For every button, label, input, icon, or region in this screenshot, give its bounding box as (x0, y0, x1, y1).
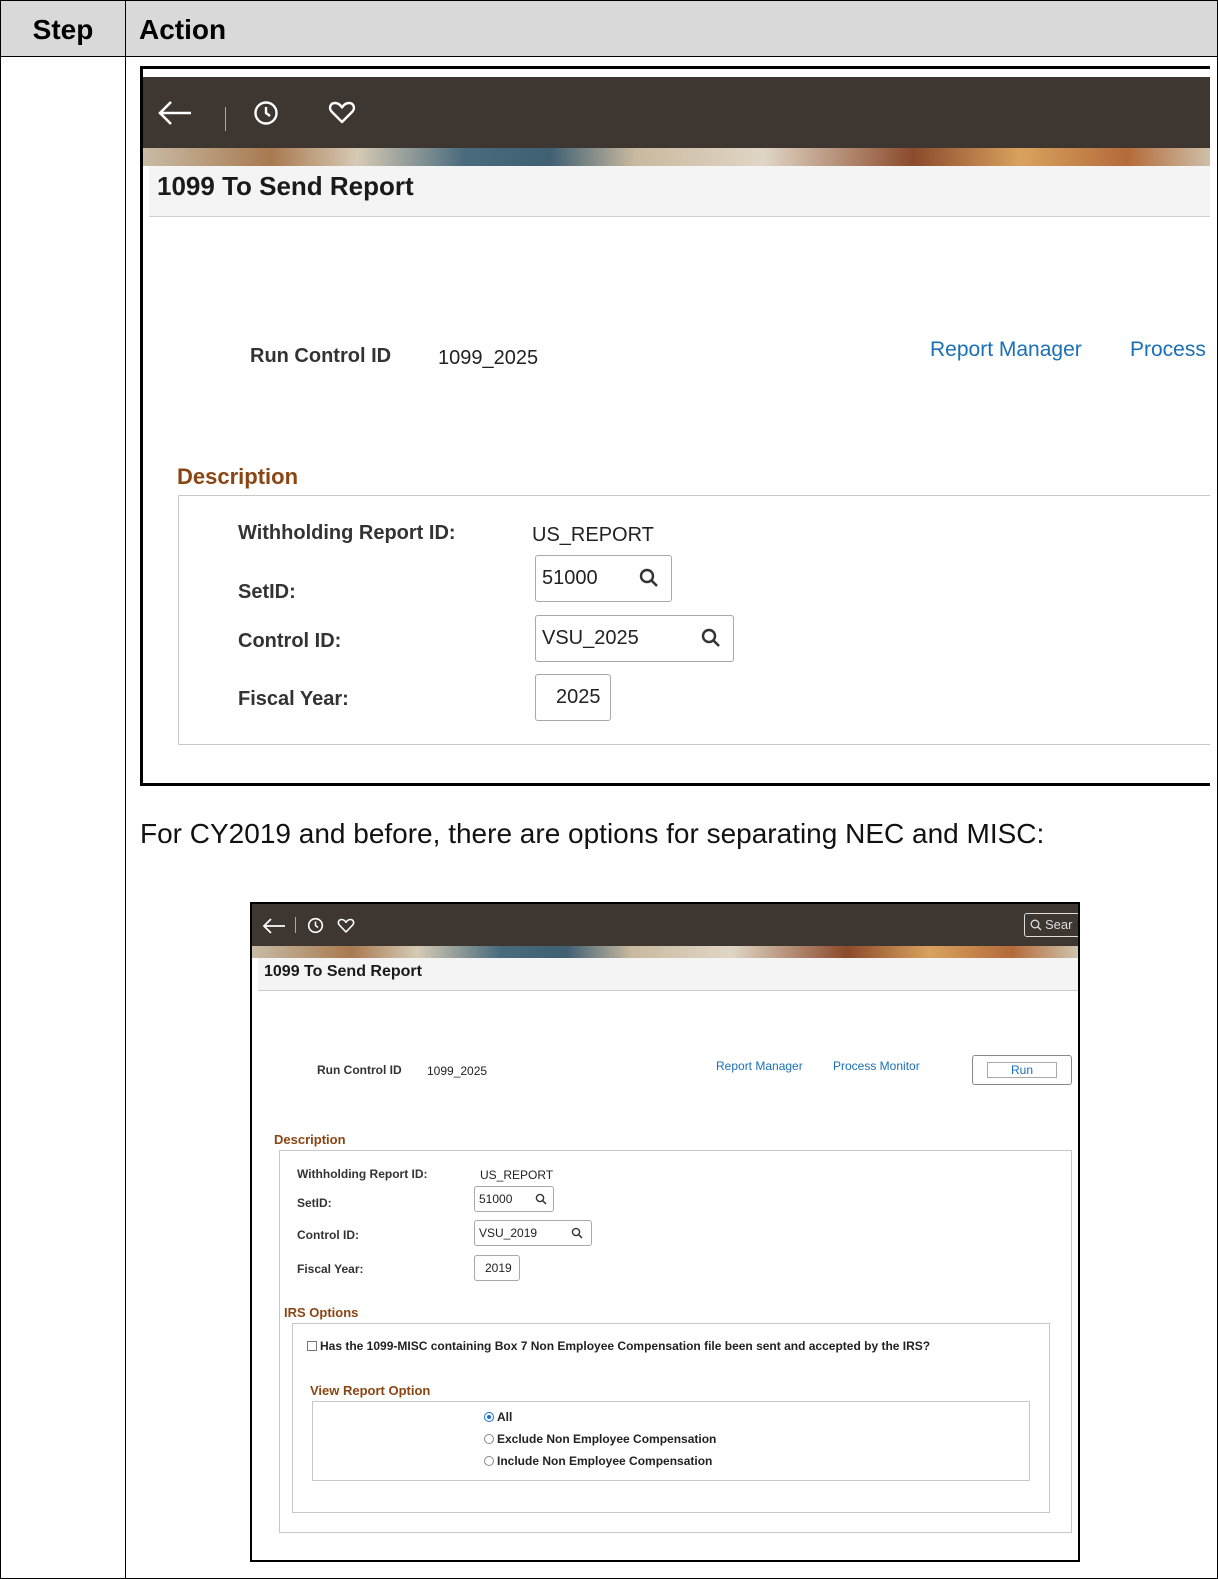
table-header: Step Action (1, 1, 1217, 57)
process-monitor-link[interactable]: Process Monitor (833, 1059, 920, 1073)
fiscal-year-label: Fiscal Year: (297, 1262, 364, 1276)
screenshot-1099-2019: Sear 1099 To Send Report Run Control ID … (250, 902, 1080, 1562)
favorite-heart-icon[interactable] (337, 918, 355, 934)
fiscal-year-field[interactable]: 2025 (535, 674, 611, 721)
radio-include-nec-label: Include Non Employee Compensation (497, 1454, 713, 1468)
control-id-field[interactable]: VSU_2025 (535, 615, 734, 662)
header-action: Action (139, 14, 227, 45)
back-arrow-icon[interactable] (262, 917, 286, 935)
page-title: 1099 To Send Report (157, 171, 414, 201)
search-box[interactable]: Sear (1024, 913, 1078, 937)
run-control-id-label: Run Control ID (250, 345, 392, 367)
fiscal-year-value: 2019 (485, 1261, 512, 1275)
radio-all-label: All (497, 1410, 513, 1424)
control-id-value: VSU_2019 (479, 1226, 538, 1240)
top-navigation-bar (143, 77, 1210, 148)
run-control-id-value: 1099_2025 (438, 347, 539, 369)
decorative-banner (143, 148, 1210, 166)
view-report-option-title: View Report Option (310, 1383, 431, 1398)
radio-include-nec[interactable] (484, 1456, 494, 1466)
search-icon (1030, 919, 1042, 931)
description-section-title: Description (274, 1132, 346, 1147)
withholding-report-id-value: US_REPORT (532, 524, 654, 546)
nav-separator (225, 107, 226, 131)
setid-label: SetID: (238, 581, 296, 603)
run-control-id-value: 1099_2025 (427, 1064, 488, 1078)
report-manager-link[interactable]: Report Manager (930, 338, 1082, 362)
process-monitor-link[interactable]: Process (1130, 338, 1206, 362)
withholding-report-id-value: US_REPORT (480, 1168, 554, 1182)
page-title: 1099 To Send Report (264, 963, 422, 980)
control-id-value: VSU_2025 (542, 627, 639, 649)
fiscal-year-label: Fiscal Year: (238, 688, 349, 710)
setid-label: SetID: (297, 1196, 332, 1210)
control-id-label: Control ID: (297, 1228, 359, 1242)
fiscal-year-field[interactable]: 2019 (474, 1255, 520, 1281)
irs-accepted-checkbox-label: Has the 1099-MISC containing Box 7 Non E… (320, 1339, 931, 1353)
setid-value: 51000 (542, 567, 598, 589)
run-control-id-label: Run Control ID (317, 1063, 402, 1077)
setid-value: 51000 (479, 1192, 513, 1206)
run-button-label: Run (987, 1062, 1057, 1078)
history-clock-icon[interactable] (307, 917, 324, 934)
irs-options-section-title: IRS Options (284, 1305, 359, 1320)
setid-field[interactable]: 51000 (474, 1186, 554, 1212)
control-id-lookup-icon[interactable] (701, 628, 721, 648)
favorite-heart-icon[interactable] (328, 101, 356, 125)
description-section-title: Description (177, 464, 299, 489)
back-arrow-icon[interactable] (157, 99, 193, 127)
radio-exclude-nec-label: Exclude Non Employee Compensation (497, 1432, 717, 1446)
control-id-label: Control ID: (238, 630, 342, 652)
column-divider (125, 1, 126, 1578)
setid-field[interactable]: 51000 (535, 555, 672, 602)
caption-text: For CY2019 and before, there are options… (140, 818, 1045, 849)
withholding-report-id-label: Withholding Report ID: (238, 522, 456, 544)
nav-separator (295, 917, 296, 933)
irs-accepted-checkbox[interactable] (307, 1341, 317, 1351)
setid-lookup-icon[interactable] (535, 1193, 547, 1205)
fiscal-year-value: 2025 (556, 686, 601, 708)
control-id-field[interactable]: VSU_2019 (474, 1220, 592, 1246)
withholding-report-id-label: Withholding Report ID: (297, 1167, 428, 1181)
report-manager-link[interactable]: Report Manager (716, 1059, 803, 1073)
decorative-banner (252, 946, 1078, 958)
history-clock-icon[interactable] (253, 100, 279, 126)
header-step: Step (32, 14, 94, 45)
screenshot-1099-2025: 1099 To Send Report Run Control ID 1099_… (140, 66, 1210, 786)
top-navigation-bar: Sear (252, 904, 1078, 946)
radio-exclude-nec[interactable] (484, 1434, 494, 1444)
search-placeholder: Sear (1045, 917, 1073, 932)
radio-all[interactable] (484, 1412, 494, 1422)
setid-lookup-icon[interactable] (639, 568, 659, 588)
control-id-lookup-icon[interactable] (571, 1227, 583, 1239)
run-button[interactable]: Run (972, 1055, 1072, 1085)
